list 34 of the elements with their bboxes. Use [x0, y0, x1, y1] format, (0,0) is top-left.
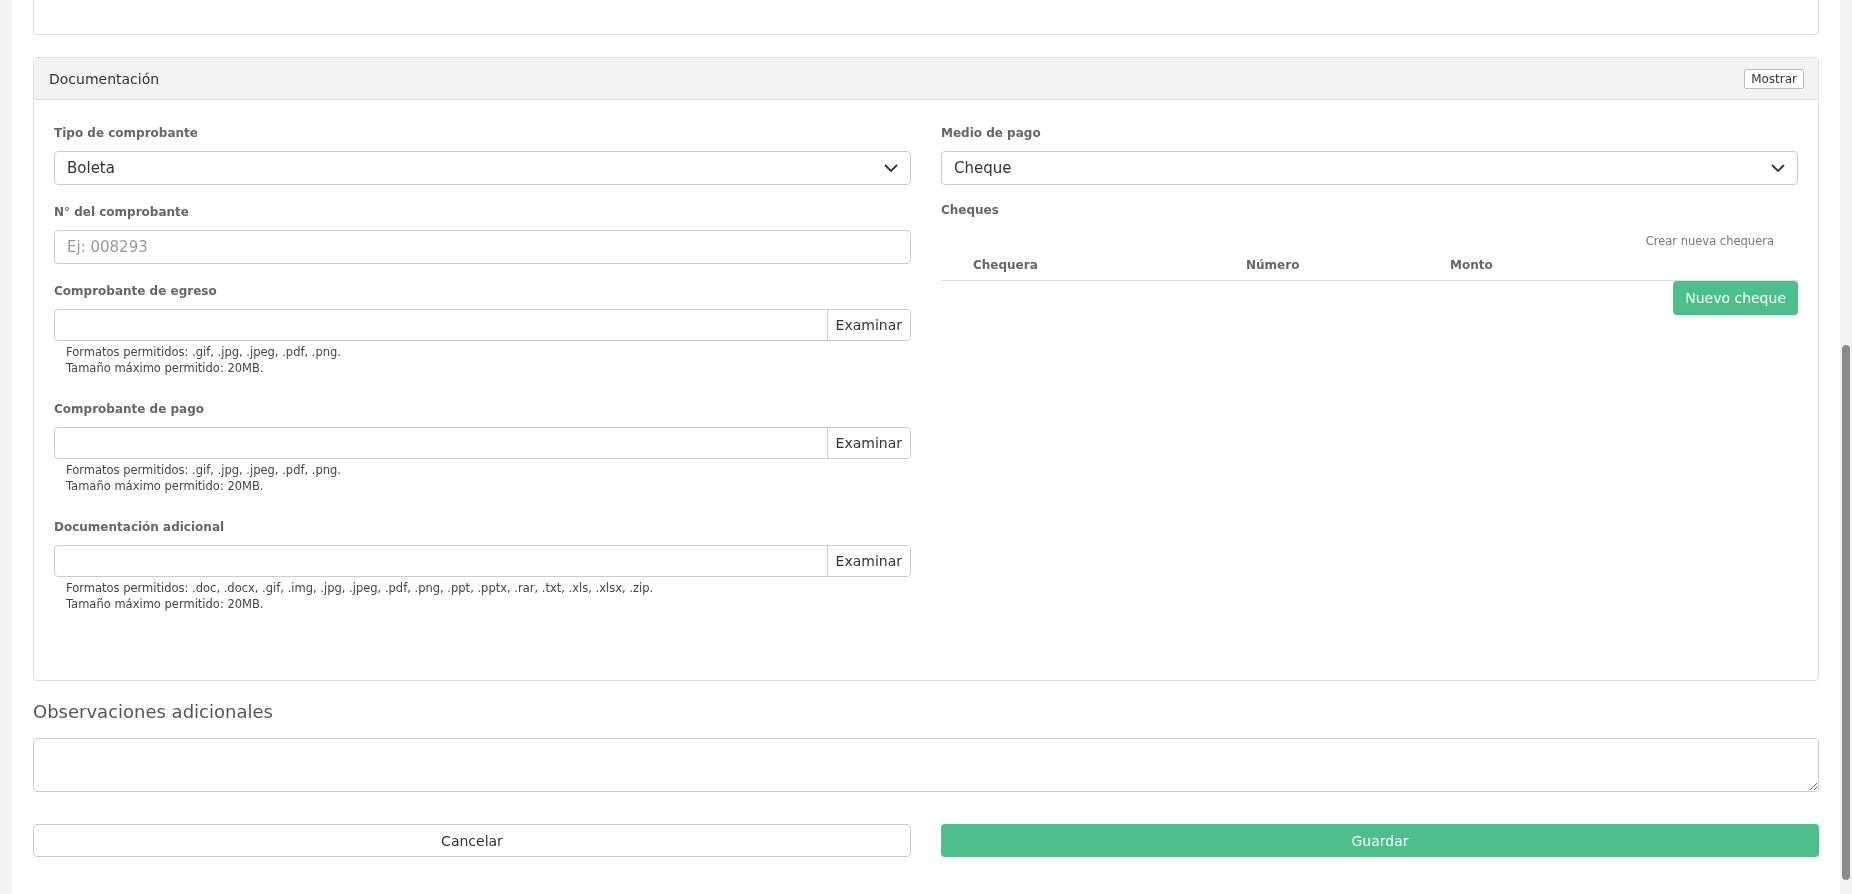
help-text: Formatos permitidos: .doc, .docx, .gif, .img, .jpg, .jpeg, .pdf, .png, .ppt, .pptx, .rar, .txt, .xls, .xlsx, .zip. — [65, 580, 655, 596]
chevron-down-icon — [1771, 163, 1785, 173]
observations-field[interactable] — [33, 738, 1819, 792]
section-title: Observaciones adicionales — [33, 701, 274, 722]
help-text: Formatos permitidos: .gif, .jpg, .jpeg, .pdf, .png. — [65, 462, 342, 478]
field-label: N° del comprobante — [54, 205, 190, 219]
browse-button[interactable]: Examinar — [826, 310, 910, 340]
help-text: Tamaño máximo permitido: 20MB. — [65, 478, 265, 494]
file-field[interactable]: Examinar — [54, 427, 911, 459]
select-field[interactable]: Cheque — [941, 151, 1798, 185]
field-label: Comprobante de egreso — [54, 284, 218, 298]
select-field[interactable]: Boleta — [54, 151, 911, 185]
field-label: Medio de pago — [941, 126, 1042, 140]
cancel-button[interactable]: Cancelar — [33, 824, 911, 857]
section-label: Cheques — [941, 203, 1000, 217]
input-field[interactable]: Ej: 008293 — [54, 230, 911, 264]
browse-button[interactable]: Examinar — [826, 546, 910, 576]
browse-button[interactable]: Examinar — [826, 428, 910, 458]
field-label: Documentación adicional — [54, 520, 226, 534]
field-label: Tipo de comprobante — [54, 126, 199, 140]
column-header: Monto — [1450, 258, 1494, 272]
help-text: Formatos permitidos: .gif, .jpg, .jpeg, .pdf, .png. — [65, 344, 342, 360]
help-text: Tamaño máximo permitido: 20MB. — [65, 596, 265, 612]
field-label: Comprobante de pago — [54, 402, 206, 416]
help-text: Tamaño máximo permitido: 20MB. — [65, 360, 265, 376]
column-header: Número — [1246, 258, 1301, 272]
create-checkbook-link[interactable]: Crear nueva chequera — [1645, 234, 1774, 248]
show-button[interactable]: Mostrar — [1744, 68, 1804, 89]
column-header: Chequera — [973, 258, 1039, 272]
chevron-down-icon — [884, 163, 898, 173]
file-field[interactable]: Examinar — [54, 309, 911, 341]
card-title: Documentación — [49, 70, 160, 87]
file-field[interactable]: Examinar — [54, 545, 911, 577]
scrollbar-thumb[interactable] — [1842, 345, 1850, 880]
